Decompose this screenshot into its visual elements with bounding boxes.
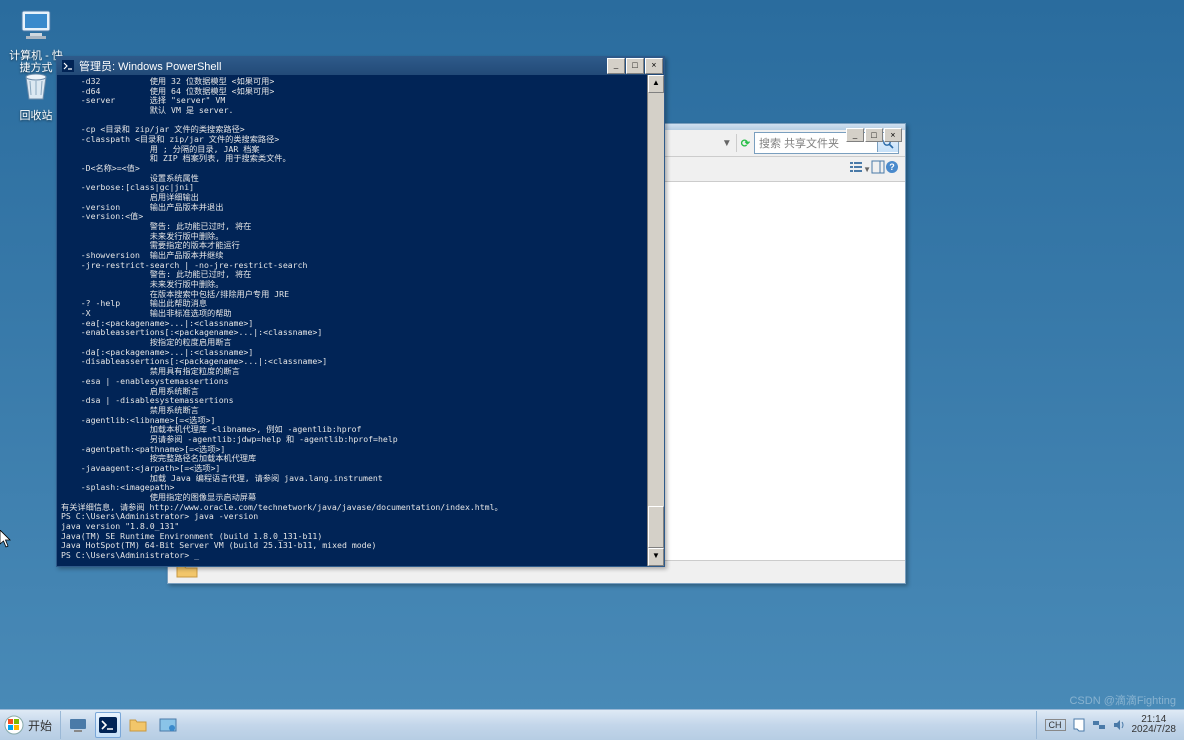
- scroll-up-button[interactable]: ▲: [648, 75, 664, 93]
- powershell-titlebar[interactable]: 管理员: Windows PowerShell _ □ ×: [57, 57, 664, 75]
- start-button[interactable]: 开始: [0, 711, 61, 739]
- volume-icon[interactable]: [1112, 718, 1126, 732]
- close-button[interactable]: ×: [645, 58, 663, 74]
- start-label: 开始: [28, 717, 52, 734]
- windows-logo-icon: [4, 715, 24, 735]
- powershell-window[interactable]: 管理员: Windows PowerShell _ □ × -d32 使用 32…: [56, 56, 665, 567]
- taskbar: 开始 CH 21:14 2024/7/28: [0, 709, 1184, 740]
- maximize-button[interactable]: □: [865, 128, 883, 142]
- action-center-icon[interactable]: [1072, 718, 1086, 732]
- taskbar-server-manager[interactable]: [65, 712, 91, 738]
- maximize-button[interactable]: □: [626, 58, 644, 74]
- powershell-output[interactable]: -d32 使用 32 位数据模型 <如果可用> -d64 使用 64 位数据模型…: [57, 75, 664, 566]
- network-icon[interactable]: [1092, 718, 1106, 732]
- preview-pane-icon[interactable]: [871, 160, 885, 179]
- explorer-titlebar-buttons: _ □ ×: [846, 126, 903, 142]
- taskbar-explorer-button[interactable]: [125, 712, 151, 738]
- minimize-button[interactable]: _: [846, 128, 864, 142]
- mouse-cursor: [0, 530, 12, 548]
- watermark: CSDN @滴滴Fighting: [1069, 692, 1176, 708]
- close-button[interactable]: ×: [884, 128, 902, 142]
- scroll-thumb[interactable]: [648, 506, 664, 548]
- system-tray: CH 21:14 2024/7/28: [1036, 711, 1184, 739]
- taskbar-powershell-button[interactable]: [95, 712, 121, 738]
- svg-text:?: ?: [889, 162, 895, 172]
- desktop: 计算机 - 快 捷方式 回收站 _ □ × ▼ ⟳ 搜索 共享文件夹: [0, 0, 1184, 740]
- help-icon[interactable]: ?: [885, 160, 899, 179]
- taskbar-app-button[interactable]: [155, 712, 181, 738]
- language-indicator[interactable]: CH: [1045, 719, 1066, 731]
- minimize-button[interactable]: _: [607, 58, 625, 74]
- scrollbar[interactable]: ▲ ▼: [647, 75, 664, 566]
- computer-icon: [15, 4, 57, 46]
- powershell-title: 管理员: Windows PowerShell: [79, 58, 221, 74]
- quick-launch: [61, 712, 185, 738]
- powershell-icon: [61, 59, 75, 73]
- clock[interactable]: 21:14 2024/7/28: [1132, 715, 1177, 735]
- refresh-icon[interactable]: ⟳: [741, 137, 750, 150]
- view-list-icon[interactable]: [849, 160, 863, 179]
- recycle-bin-icon: [15, 64, 57, 106]
- scroll-down-button[interactable]: ▼: [648, 548, 664, 566]
